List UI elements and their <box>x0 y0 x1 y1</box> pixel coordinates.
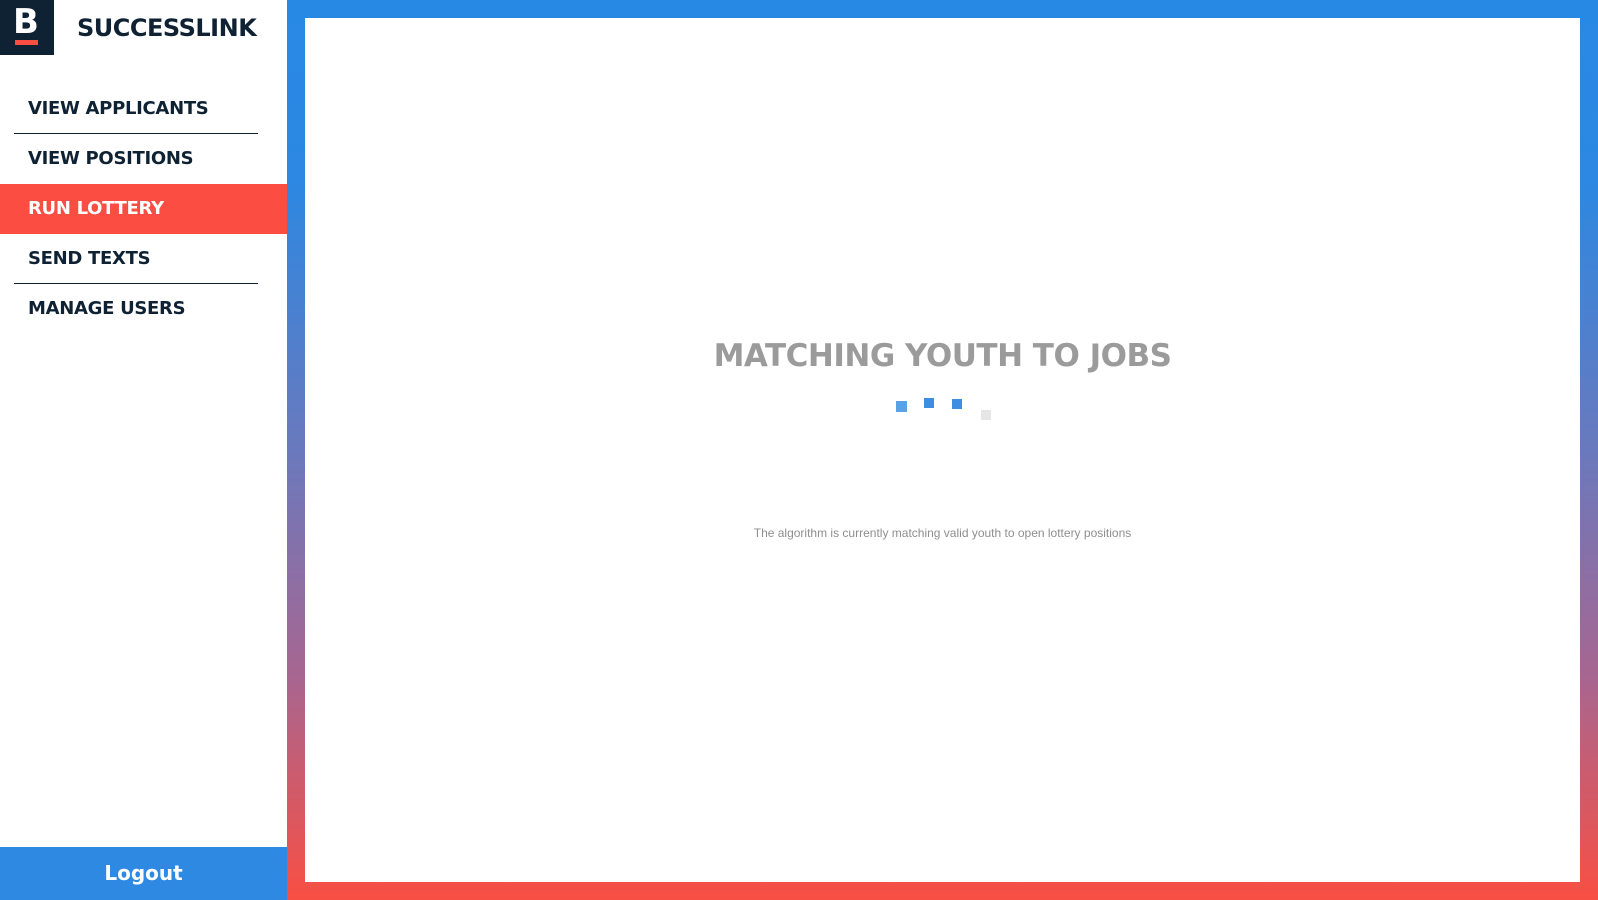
sidebar-item-label: MANAGE USERS <box>28 298 186 319</box>
sidebar-item-label: SEND TEXTS <box>28 248 151 269</box>
brand-header: B SUCCESSLINK <box>0 0 287 55</box>
app-root: B SUCCESSLINK VIEW APPLICANTS VIEW POSIT… <box>0 0 1598 900</box>
main-frame: MATCHING YOUTH TO JOBS The algorithm is … <box>287 0 1598 900</box>
sidebar-item-label: RUN LOTTERY <box>28 198 164 219</box>
sidebar-item-view-applicants[interactable]: VIEW APPLICANTS <box>0 84 287 134</box>
loading-dot <box>981 410 991 420</box>
loading-dot <box>896 401 907 412</box>
loading-dot <box>924 398 934 408</box>
logo-underline <box>15 40 38 45</box>
sidebar-item-view-positions[interactable]: VIEW POSITIONS <box>0 134 287 184</box>
logo-icon[interactable]: B <box>0 0 54 55</box>
loading-dot <box>952 399 962 409</box>
sidebar-item-send-texts[interactable]: SEND TEXTS <box>0 234 287 284</box>
page-title: MATCHING YOUTH TO JOBS <box>713 338 1172 374</box>
content-panel: MATCHING YOUTH TO JOBS The algorithm is … <box>305 18 1580 882</box>
sidebar-item-manage-users[interactable]: MANAGE USERS <box>0 284 287 334</box>
sidebar: B SUCCESSLINK VIEW APPLICANTS VIEW POSIT… <box>0 0 287 900</box>
brand-name[interactable]: SUCCESSLINK <box>77 12 257 44</box>
sidebar-item-label: VIEW POSITIONS <box>28 148 194 169</box>
sidebar-item-label: VIEW APPLICANTS <box>28 98 209 119</box>
sidebar-nav: VIEW APPLICANTS VIEW POSITIONS RUN LOTTE… <box>0 84 287 334</box>
loading-dots-icon <box>305 18 1580 882</box>
logo-letter: B <box>13 2 39 42</box>
sidebar-item-run-lottery[interactable]: RUN LOTTERY <box>0 184 287 234</box>
logout-button[interactable]: Logout <box>0 847 287 900</box>
status-description: The algorithm is currently matching vali… <box>753 526 1132 540</box>
